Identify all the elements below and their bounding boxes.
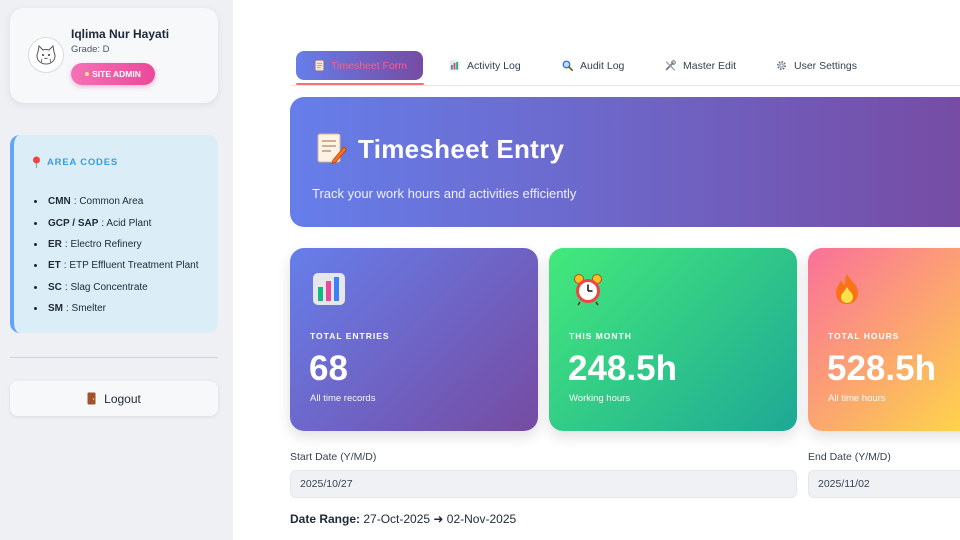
- sidebar: Iqlima Nur Hayati Grade: D SITE ADMIN AR…: [0, 0, 233, 540]
- area-name: : Slag Concentrate: [64, 281, 148, 293]
- logout-label: Logout: [104, 391, 141, 406]
- area-codes-list: CMN: Common Area GCP / SAP: Acid Plant E…: [34, 191, 198, 319]
- stat-caption: Working hours: [569, 393, 631, 404]
- tab-audit-log[interactable]: Audit Log: [562, 51, 624, 80]
- area-name: : Acid Plant: [101, 217, 152, 229]
- profile-card: Iqlima Nur Hayati Grade: D SITE ADMIN: [10, 8, 218, 103]
- document-icon: [315, 60, 324, 71]
- start-date-label: Start Date (Y/M/D): [290, 451, 377, 463]
- tab-label: Audit Log: [580, 59, 625, 72]
- area-code: SC: [48, 281, 62, 293]
- stat-label: TOTAL ENTRIES: [310, 331, 390, 341]
- sidebar-divider: [10, 357, 218, 358]
- stat-caption: All time hours: [828, 393, 886, 404]
- profile-grade: Grade: D: [71, 44, 110, 55]
- memo-icon: [317, 133, 347, 165]
- stat-label: THIS MONTH: [569, 331, 632, 341]
- badge-label: SITE ADMIN: [92, 69, 141, 79]
- bar-chart-icon: [313, 273, 345, 305]
- door-icon: [87, 392, 96, 405]
- logout-button[interactable]: Logout: [10, 381, 218, 416]
- area-name: : Electro Refinery: [64, 238, 142, 250]
- tab-timesheet-form[interactable]: Timesheet Form: [296, 51, 424, 80]
- area-codes-heading: AREA CODES: [47, 156, 118, 168]
- stat-label: TOTAL HOURS: [828, 331, 900, 341]
- area-code: ER: [48, 238, 62, 250]
- tab-activity-log[interactable]: Activity Log: [449, 51, 521, 80]
- alarm-clock-icon: [574, 274, 602, 306]
- active-tab-indicator: [296, 83, 424, 85]
- site-admin-badge: SITE ADMIN: [71, 63, 155, 85]
- end-date-label: End Date (Y/M/D): [808, 451, 891, 463]
- area-codes-title: AREA CODES: [32, 156, 118, 168]
- cat-avatar-icon: [36, 44, 56, 65]
- stat-value: 248.5h: [568, 349, 677, 388]
- tab-bar: Timesheet Form Activity Log Audit Log Ma…: [290, 50, 960, 86]
- stat-value: 68: [309, 349, 348, 388]
- area-code-item: GCP / SAP: Acid Plant: [34, 212, 198, 233]
- date-range-label: Date Range:: [290, 512, 361, 526]
- area-name: : Smelter: [66, 303, 107, 315]
- start-date-input[interactable]: [290, 470, 797, 498]
- tab-label: Master Edit: [683, 59, 737, 72]
- area-codes-card: AREA CODES CMN: Common Area GCP / SAP: A…: [10, 135, 218, 333]
- pushpin-icon: [33, 156, 40, 168]
- tab-master-edit[interactable]: Master Edit: [665, 51, 736, 80]
- tab-label: User Settings: [794, 59, 858, 72]
- stat-card-total-hours: TOTAL HOURS 528.5h All time hours: [808, 248, 960, 431]
- stat-caption: All time records: [310, 393, 376, 404]
- tab-user-settings[interactable]: User Settings: [776, 51, 857, 80]
- area-code-item: CMN: Common Area: [34, 191, 198, 212]
- page-subtitle: Track your work hours and activities eff…: [312, 186, 577, 201]
- area-code: ET: [48, 260, 61, 272]
- area-code-item: ER: Electro Refinery: [34, 234, 198, 255]
- area-code: GCP / SAP: [48, 217, 99, 229]
- tab-label: Timesheet Form: [331, 59, 408, 72]
- profile-name: Iqlima Nur Hayati: [71, 27, 170, 41]
- gear-icon: [777, 61, 786, 70]
- area-code-item: ET: ETP Effluent Treatment Plant: [34, 255, 198, 276]
- page-title: Timesheet Entry: [358, 134, 565, 164]
- timesheet-hero-banner: Timesheet Entry Track your work hours an…: [290, 97, 960, 227]
- end-date-input[interactable]: [808, 470, 960, 498]
- stat-card-total-entries: TOTAL ENTRIES 68 All time records: [290, 248, 538, 431]
- area-name: : ETP Effluent Treatment Plant: [63, 260, 199, 272]
- tools-icon: [665, 60, 676, 71]
- date-range-value: 27-Oct-2025 ➜ 02-Nov-2025: [363, 512, 517, 526]
- fire-icon: [836, 274, 858, 304]
- area-code: SM: [48, 303, 63, 315]
- area-code: CMN: [48, 196, 71, 208]
- stat-value: 528.5h: [827, 349, 936, 388]
- bar-chart-icon: [449, 60, 460, 71]
- area-code-item: SM: Smelter: [34, 298, 198, 319]
- area-name: : Common Area: [73, 196, 144, 208]
- avatar: [28, 37, 64, 73]
- badge-dot-icon: [85, 72, 90, 76]
- date-range-summary: Date Range: 27-Oct-2025 ➜ 02-Nov-2025: [290, 512, 516, 526]
- stat-card-this-month: THIS MONTH 248.5h Working hours: [549, 248, 797, 431]
- magnifier-icon: [562, 60, 573, 71]
- tab-label: Activity Log: [467, 59, 521, 72]
- area-code-item: SC: Slag Concentrate: [34, 277, 198, 298]
